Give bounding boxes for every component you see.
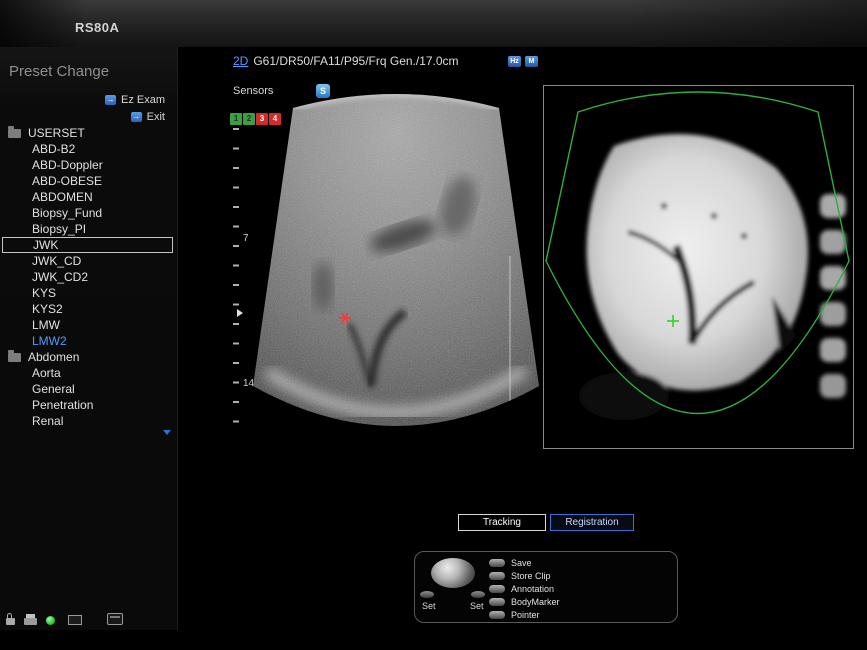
folder-icon [8,129,21,138]
softkey-annotation[interactable]: Annotation [489,582,560,595]
depth-mark-7: 7 [243,233,249,244]
lock-icon[interactable] [6,618,15,625]
tree-item-label: Biopsy_PI [32,221,86,237]
tree-item-label: ABD-OBESE [32,173,102,189]
tree-item-lmw[interactable]: LMW [0,317,178,333]
measure-icon[interactable]: M [525,56,538,67]
set-button-left[interactable] [420,591,434,598]
tree-item-label: ABD-B2 [32,141,75,157]
status-dot-icon [46,616,55,625]
softkey-list: Save Store Clip Annotation BodyMarker Pointe… [489,556,560,621]
tree-item-jwk[interactable]: JWK [2,237,173,253]
softkey-button-icon [489,585,505,593]
tree-item-label: General [32,381,75,397]
set-button-right[interactable] [471,591,485,598]
exit-label: Exit [147,111,165,123]
exit-button[interactable]: → Exit [105,108,165,125]
tree-item-label: LMW [32,317,60,333]
tree-item-label: KYS2 [32,301,63,317]
tree-item-penetration[interactable]: Penetration [0,397,178,413]
ultrasound-image[interactable] [253,86,539,448]
set-label-right: Set [470,601,484,611]
softkey-label: Annotation [511,584,554,594]
tree-item-label: USERSET [28,125,85,141]
tree-item-kys2[interactable]: KYS2 [0,301,178,317]
mri-fusion-image[interactable] [543,85,854,449]
registration-tab[interactable]: Registration [550,514,634,531]
folder-icon [8,353,21,362]
header-icons: Hz M [508,56,538,67]
tree-item-general[interactable]: General [0,381,178,397]
image-area: 2D G61/DR50/FA11/P95/Frq Gen./17.0cm Hz M… [178,47,867,630]
tree-item-abd-b2[interactable]: ABD-B2 [0,141,178,157]
softkey-label: Pointer [511,610,540,620]
tree-folder-abdomen[interactable]: Abdomen [0,349,178,365]
tree-scroll-down-icon[interactable] [163,430,171,435]
tree-item-kys[interactable]: KYS [0,285,178,301]
tree-item-label: JWK_CD2 [32,269,88,285]
dual-display-icon[interactable] [68,615,82,625]
status-icons [6,607,123,625]
exit-icon: → [131,112,142,122]
scan-parameters: 2D G61/DR50/FA11/P95/Frq Gen./17.0cm [233,54,459,68]
tree-item-lmw2[interactable]: LMW2 [0,333,178,349]
tree-item-label: ABDOMEN [32,189,93,205]
preset-sidebar: Preset Change → Ez Exam → Exit USERSETAB… [0,47,178,630]
softkey-button-icon [489,611,505,619]
tree-folder-userset[interactable]: USERSET [0,125,178,141]
tree-item-aorta[interactable]: Aorta [0,365,178,381]
ez-exam-icon: → [105,95,116,105]
softkey-button-icon [489,559,505,567]
tree-item-jwk_cd2[interactable]: JWK_CD2 [0,269,178,285]
tree-item-biopsy_fund[interactable]: Biopsy_Fund [0,205,178,221]
softkey-save[interactable]: Save [489,556,560,569]
tree-item-abd-obese[interactable]: ABD-OBESE [0,173,178,189]
tree-item-label: JWK_CD [32,253,81,269]
preset-tree: USERSETABD-B2ABD-DopplerABD-OBESEABDOMEN… [0,125,178,429]
cine-play-icon[interactable] [237,309,243,317]
tree-item-label: LMW2 [32,333,67,349]
tracking-tab[interactable]: Tracking [458,514,546,531]
softkey-store-clip[interactable]: Store Clip [489,569,560,582]
tree-item-biopsy_pi[interactable]: Biopsy_PI [0,221,178,237]
softkey-label: BodyMarker [511,597,560,607]
tree-item-label: Abdomen [28,349,79,365]
tree-item-jwk_cd[interactable]: JWK_CD [0,253,178,269]
tree-item-abd-doppler[interactable]: ABD-Doppler [0,157,178,173]
scan-parameter-values: G61/DR50/FA11/P95/Frq Gen./17.0cm [253,54,458,68]
softkey-button-icon [489,598,505,606]
softkey-label: Save [511,558,532,568]
depth-ruler [233,128,239,440]
title-bar: RS80A [0,0,867,48]
tree-item-label: JWK [33,238,58,252]
tree-item-abdomen[interactable]: ABDOMEN [0,189,178,205]
storage-media-icon[interactable] [107,613,123,625]
frequency-icon[interactable]: Hz [508,56,521,67]
tree-item-label: ABD-Doppler [32,157,103,173]
set-label-left: Set [422,601,436,611]
tree-item-label: Biopsy_Fund [32,205,102,221]
sidebar-actions: → Ez Exam → Exit [105,91,165,125]
softkey-pointer[interactable]: Pointer [489,608,560,621]
tree-item-label: Penetration [32,397,93,413]
trackball-icon[interactable] [431,558,475,588]
tree-item-label: Aorta [32,365,61,381]
softkey-button-icon [489,572,505,580]
system-model: RS80A [75,20,119,35]
softkey-label: Store Clip [511,571,551,581]
ez-exam-button[interactable]: → Ez Exam [105,91,165,108]
tree-item-label: KYS [32,285,56,301]
softkey-panel: Set Set Save Store Clip Annotation BodyMark… [414,551,678,623]
printer-icon[interactable] [24,618,37,625]
tree-item-renal[interactable]: Renal [0,413,178,429]
sidebar-title: Preset Change [9,63,109,80]
sensor-indicator-1: 1 [230,113,242,125]
mode-2d-label[interactable]: 2D [233,54,248,68]
ez-exam-label: Ez Exam [121,94,165,106]
tree-item-label: Renal [32,413,63,429]
softkey-bodymarker[interactable]: BodyMarker [489,595,560,608]
